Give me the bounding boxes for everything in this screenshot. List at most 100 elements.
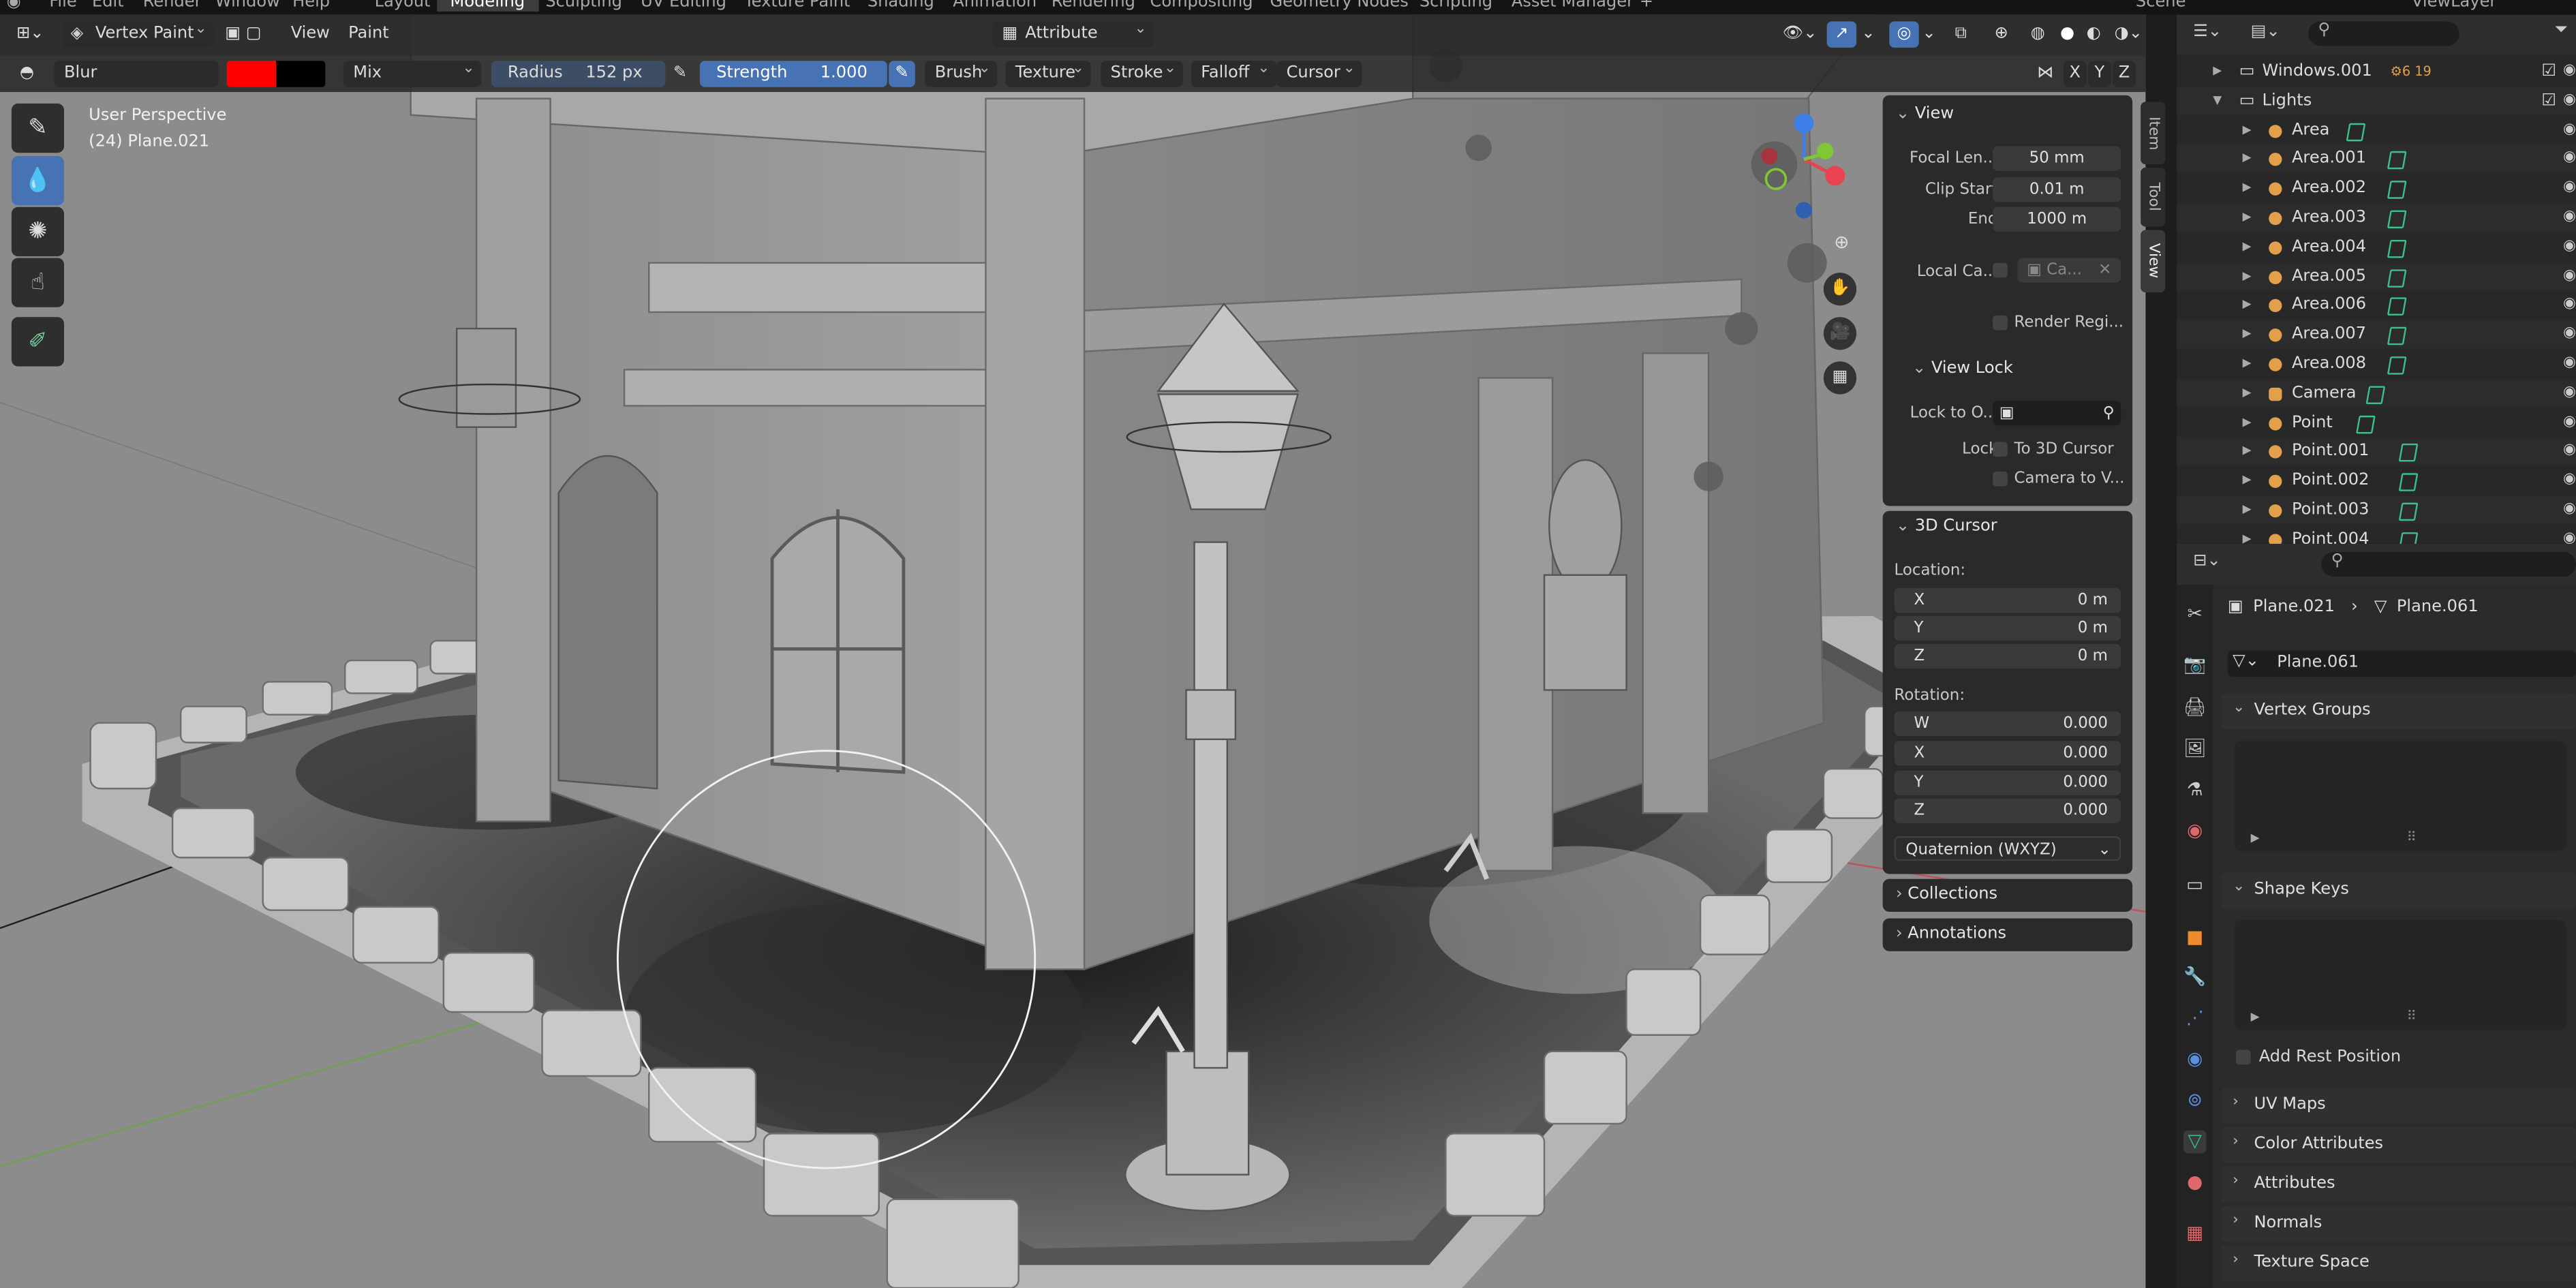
- texture-icon[interactable]: ▦: [2183, 1223, 2207, 1246]
- uv-maps-section[interactable]: › UV Maps: [2221, 1087, 2576, 1124]
- outliner-search-input[interactable]: ⚲: [2308, 21, 2459, 46]
- blur-tool[interactable]: 💧: [11, 156, 65, 206]
- outliner-row[interactable]: ▶ Point.004 ◉: [2177, 525, 2576, 544]
- material-icon[interactable]: ●: [2183, 1171, 2207, 1195]
- local-camera-field[interactable]: ▣ Ca... ✕: [2017, 258, 2121, 283]
- tab-compositing[interactable]: Compositing: [1150, 0, 1253, 12]
- eye-icon[interactable]: ◉: [2563, 408, 2576, 436]
- object-data-icon[interactable]: [2387, 327, 2408, 346]
- object-data-icon[interactable]: [2356, 414, 2376, 433]
- average-tool[interactable]: ✺: [11, 206, 65, 257]
- render-icon[interactable]: 📷: [2183, 654, 2207, 677]
- falloff-menu[interactable]: Falloff: [1191, 56, 1277, 87]
- expand-triangle-icon[interactable]: ▶: [2243, 467, 2252, 495]
- outliner-row[interactable]: ▶ Area.003 ◉: [2177, 203, 2576, 232]
- eye-icon[interactable]: ◉: [2563, 204, 2576, 232]
- outliner-row[interactable]: ▶ Area.004 ◉: [2177, 233, 2576, 261]
- object-data-icon[interactable]: [2387, 269, 2408, 287]
- view-layer-selector[interactable]: ViewLayer: [2412, 0, 2496, 12]
- expand-triangle-icon[interactable]: ▶: [2251, 831, 2260, 844]
- eye-icon[interactable]: ◉: [2563, 87, 2576, 114]
- xray-icon[interactable]: ⧉: [1955, 21, 1967, 48]
- eye-icon[interactable]: ◉: [2563, 116, 2576, 144]
- vertex-groups-list[interactable]: ▶ ⠿: [2234, 741, 2566, 851]
- menu-paint[interactable]: Paint: [348, 21, 389, 48]
- outliner-row[interactable]: ▶ Point.002 ◉: [2177, 467, 2576, 495]
- output-icon[interactable]: 🖨: [2183, 696, 2207, 720]
- eye-icon[interactable]: ◉: [2563, 292, 2576, 320]
- outliner[interactable]: ☰⌄ ▤⌄ ⚲ ⏷ ▶ ▭ Windows.001 ⚙6 19 ☑ ◉ ▼ ▭ Lights ☑ ◉…: [2177, 14, 2576, 544]
- object-data-icon[interactable]: [2387, 181, 2408, 200]
- eye-icon[interactable]: ◉: [2563, 379, 2576, 407]
- expand-triangle-icon[interactable]: ▼: [2213, 87, 2222, 114]
- expand-triangle-icon[interactable]: ▶: [2243, 174, 2252, 202]
- draw-brush-tool[interactable]: ✎: [11, 103, 65, 153]
- outliner-row[interactable]: ▶ Area ◉: [2177, 116, 2576, 144]
- rendered-shading-icon[interactable]: ◑⌄: [2115, 21, 2143, 48]
- collections-panel[interactable]: › Collections: [1882, 878, 2133, 912]
- cursor-rotation-w[interactable]: W 0.000: [1894, 711, 2121, 736]
- cursor-location-y[interactable]: Y0 m: [1894, 616, 2121, 641]
- shape-keys-list[interactable]: ▶ ⠿: [2234, 919, 2566, 1030]
- pan-hand-icon[interactable]: ✋: [1823, 273, 1857, 306]
- view-layer-icon[interactable]: 🖼: [2183, 737, 2207, 761]
- clip-start-field[interactable]: 0.01 m: [1993, 177, 2121, 202]
- world-icon[interactable]: ◉: [2183, 820, 2207, 843]
- zoom-icon[interactable]: ⊕: [1827, 232, 1856, 261]
- add-workspace-button[interactable]: +: [1640, 0, 1653, 12]
- expand-triangle-icon[interactable]: ▶: [2243, 379, 2252, 407]
- outliner-row[interactable]: ▼ ▭ Lights ☑ ◉: [2177, 87, 2576, 115]
- menu-file[interactable]: File: [49, 0, 76, 12]
- object-icon[interactable]: ■: [2183, 927, 2207, 950]
- outliner-row[interactable]: ▶ Area.006 ◉: [2177, 292, 2576, 320]
- camera-view-icon[interactable]: 🎥: [1823, 317, 1857, 350]
- texture-space-section[interactable]: › Texture Space: [2221, 1245, 2576, 1282]
- cursor-rotation-y[interactable]: Y 0.000: [1894, 770, 2121, 795]
- tab-uv-editing[interactable]: UV Editing: [641, 0, 726, 12]
- color-attributes-section[interactable]: › Color Attributes: [2221, 1126, 2576, 1163]
- object-data-icon[interactable]: [2397, 444, 2418, 463]
- object-data-icon[interactable]: [2366, 386, 2387, 404]
- overlays-dropdown-icon[interactable]: ⌄: [1922, 21, 1936, 48]
- vertex-groups-section[interactable]: ⌄ Vertex Groups: [2221, 693, 2576, 730]
- blender-logo-icon[interactable]: ◉: [7, 0, 21, 12]
- attribute-selector[interactable]: ▦ Attribute: [992, 16, 1154, 48]
- view-panel-header[interactable]: ⌄ View: [1896, 105, 1954, 123]
- blend-mode-dropdown[interactable]: Mix: [343, 56, 482, 87]
- physics-icon[interactable]: ◉: [2183, 1048, 2207, 1071]
- eye-icon[interactable]: ◉: [2563, 145, 2576, 173]
- object-data-icon[interactable]: [2397, 532, 2418, 544]
- brush-name-field[interactable]: Blur: [54, 61, 219, 87]
- scene-selector[interactable]: Scene: [2136, 0, 2186, 12]
- outliner-row[interactable]: ▶ ▭ Windows.001 ⚙6 19 ☑ ◉: [2177, 57, 2576, 85]
- menu-view[interactable]: View: [291, 21, 330, 48]
- cursor-location-z[interactable]: Z0 m: [1894, 643, 2121, 669]
- expand-triangle-icon[interactable]: ▶: [2243, 321, 2252, 349]
- outliner-row[interactable]: ▶ Area.007 ◉: [2177, 320, 2576, 349]
- object-data-icon[interactable]: [2387, 151, 2408, 170]
- object-data-icon[interactable]: [2387, 356, 2408, 375]
- shape-keys-section[interactable]: ⌄ Shape Keys: [2221, 872, 2576, 909]
- wireframe-mode-icon[interactable]: ◍: [2031, 21, 2045, 48]
- editor-type-icon[interactable]: ⊞⌄: [16, 21, 44, 48]
- overlays-icon[interactable]: ◎: [1889, 21, 1919, 48]
- visibility-icon[interactable]: 👁⌄: [1783, 21, 1818, 48]
- 3d-viewport[interactable]: [0, 14, 2146, 1288]
- tab-scripting[interactable]: Scripting: [1420, 0, 1492, 12]
- eyedropper-icon[interactable]: ⚲: [2103, 401, 2115, 425]
- object-data-icon[interactable]: [2345, 122, 2365, 141]
- modifier-icon[interactable]: 🔧: [2183, 966, 2207, 989]
- tool-icon[interactable]: ✂: [2183, 603, 2207, 626]
- mirror-z-toggle[interactable]: Z: [2113, 61, 2136, 87]
- mirror-x-toggle[interactable]: X: [2063, 61, 2087, 87]
- camera-to-view-checkbox[interactable]: [1993, 471, 2008, 487]
- tab-sculpting[interactable]: Sculpting: [545, 0, 622, 12]
- cursor-menu[interactable]: Cursor: [1276, 56, 1362, 87]
- solid-shading-icon[interactable]: ●: [2060, 21, 2074, 48]
- expand-triangle-icon[interactable]: ▶: [2243, 262, 2252, 290]
- radius-field[interactable]: Radius 152 px: [491, 61, 666, 87]
- mode-selector[interactable]: ◈ Vertex Paint: [62, 16, 214, 48]
- outliner-row[interactable]: ▶ Area.008 ◉: [2177, 350, 2576, 378]
- tab-layout[interactable]: Layout: [375, 0, 431, 12]
- properties-search-input[interactable]: ⚲: [2321, 551, 2576, 577]
